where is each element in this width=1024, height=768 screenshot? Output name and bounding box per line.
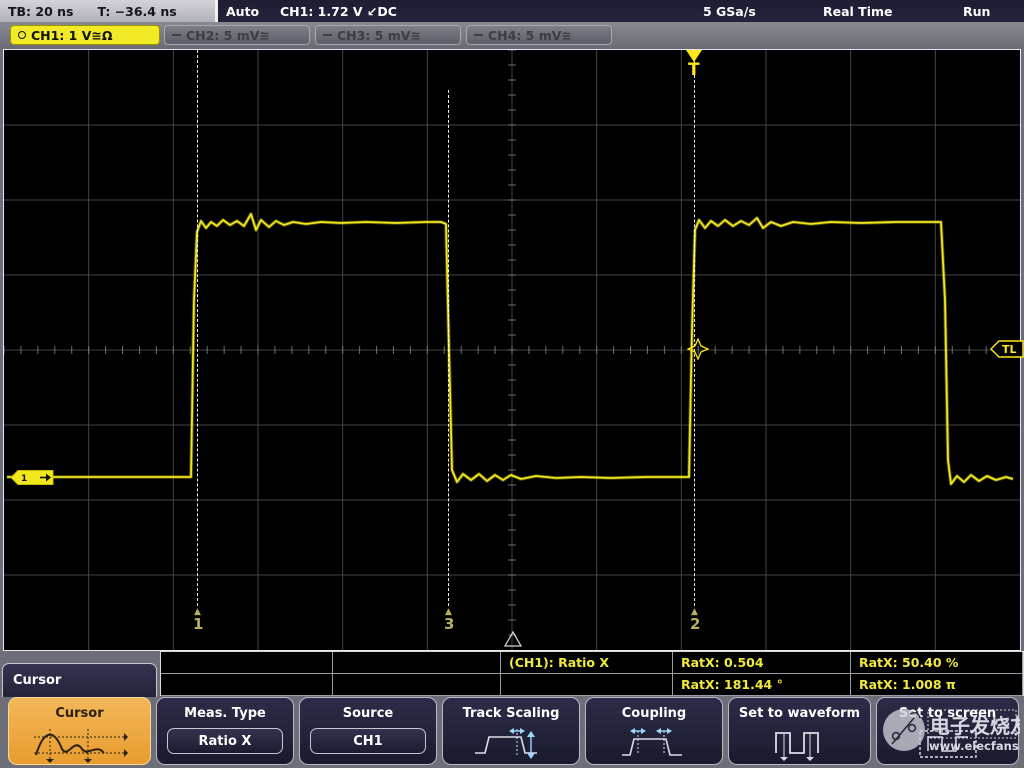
dash-marker-icon — [172, 34, 181, 36]
channel-label-ch2: CH2: 5 mV≅ — [186, 28, 270, 43]
sample-rate-readout: 5 GSa/s — [703, 4, 756, 19]
cursor-label-3: 3 — [444, 615, 454, 633]
softkey-source-value[interactable]: CH1 — [310, 728, 426, 754]
dash-marker-icon — [323, 34, 332, 36]
measurement-cell-r1-c3: RatX: 181.44 ° — [673, 674, 851, 696]
softkey-coupling-label: Coupling — [622, 706, 687, 721]
softkey-cursor-label: Cursor — [55, 706, 103, 721]
trigger-level-marker[interactable]: TL — [990, 338, 1024, 360]
measurement-cell-r1-c4: RatX: 1.008 π — [851, 674, 1023, 696]
horizontal-reference-marker[interactable] — [503, 630, 523, 648]
softkey-coupling[interactable]: Coupling — [585, 697, 723, 765]
channel-button-ch4[interactable]: CH4: 5 mV≅ — [466, 25, 612, 45]
dash-marker-icon — [474, 34, 483, 36]
cursor-line-2[interactable] — [694, 50, 695, 606]
measurement-cell-r1-c0 — [161, 674, 333, 696]
channel-button-ch1[interactable]: CH1: 1 V≅Ω — [10, 25, 160, 45]
channel-label-ch4: CH4: 5 mV≅ — [488, 28, 572, 43]
cursor-label-1: 1 — [193, 615, 203, 633]
trigger-point-icon — [687, 338, 709, 360]
track-scaling-icon — [461, 725, 561, 761]
run-state-readout: Run — [963, 4, 990, 19]
channel-label-ch1: CH1: 1 V≅Ω — [31, 28, 113, 43]
svg-text:1: 1 — [21, 474, 27, 484]
cursor-line-3[interactable] — [448, 90, 449, 606]
menu-tab-cursor[interactable]: Cursor — [2, 663, 157, 697]
measurement-cell-r1-c2 — [501, 674, 673, 696]
measurement-cell-r0-c2: (CH1): Ratio X — [501, 652, 673, 674]
watermark-logo: 电子发烧友 www.elecfans.com — [880, 704, 1020, 760]
softkey-menu-row: Cursor Meas. Type Ratio X Source CH1 Tra… — [0, 694, 1024, 768]
channel-label-ch3: CH3: 5 mV≅ — [337, 28, 421, 43]
oscilloscope-screen: TB: 20 ns T: −36.4 ns Auto CH1: 1.72 V ↙… — [0, 0, 1024, 768]
watermark-cn-text: 电子发烧友 — [930, 714, 1020, 738]
softkey-track-scaling-label: Track Scaling — [463, 706, 560, 721]
measurement-cell-r0-c4: RatX: 50.40 % — [851, 652, 1023, 674]
cursor-waveform-icon — [28, 725, 132, 763]
softkey-source-label: Source — [343, 706, 393, 721]
coupling-icon — [604, 725, 704, 761]
circle-marker-icon — [18, 31, 26, 39]
softkey-cursor[interactable]: Cursor — [8, 697, 151, 765]
cursor-label-2: 2 — [690, 615, 700, 633]
trigger-source-readout: CH1: 1.72 V ↙DC — [280, 4, 397, 19]
measurement-results-table: (CH1): Ratio XRatX: 0.504RatX: 50.40 %Ra… — [160, 651, 1024, 696]
acquisition-mode-readout: Real Time — [823, 4, 893, 19]
status-bar: TB: 20 ns T: −36.4 ns Auto CH1: 1.72 V ↙… — [0, 0, 1024, 22]
status-bar-right: Auto CH1: 1.72 V ↙DC 5 GSa/s Real Time R… — [218, 0, 1024, 22]
cursor-line-1[interactable] — [197, 50, 198, 606]
softkey-track-scaling[interactable]: Track Scaling — [442, 697, 580, 765]
watermark-url: www.elecfans.com — [929, 739, 1020, 753]
trigger-t-icon: T — [688, 63, 700, 77]
softkey-meas-type-label: Meas. Type — [184, 706, 266, 721]
channel-ground-marker-ch1[interactable]: 1 — [10, 469, 54, 486]
channel-bar: CH1: 1 V≅Ω CH2: 5 mV≅ CH3: 5 mV≅ CH4: 5 … — [0, 22, 1024, 49]
softkey-meas-type[interactable]: Meas. Type Ratio X — [156, 697, 294, 765]
trigger-offset-readout: T: −36.4 ns — [98, 4, 177, 19]
timebase-readout: TB: 20 ns — [8, 4, 74, 19]
measurement-cell-r0-c1 — [333, 652, 501, 674]
waveform-display[interactable]: ▲ 1 ▲ 3 ▲ 2 T TL 1 — [3, 49, 1021, 651]
trigger-mode-readout: Auto — [226, 4, 259, 19]
waveform-trace-ch1 — [4, 50, 1020, 650]
measurement-cell-r1-c1 — [333, 674, 501, 696]
channel-button-ch3[interactable]: CH3: 5 mV≅ — [315, 25, 461, 45]
status-bar-left: TB: 20 ns T: −36.4 ns — [0, 0, 215, 22]
softkey-source[interactable]: Source CH1 — [299, 697, 437, 765]
svg-text:TL: TL — [1002, 343, 1017, 356]
measurement-cell-r0-c3: RatX: 0.504 — [673, 652, 851, 674]
softkey-meas-type-value[interactable]: Ratio X — [167, 728, 283, 754]
softkey-set-to-waveform-label: Set to waveform — [739, 706, 860, 721]
channel-button-ch2[interactable]: CH2: 5 mV≅ — [164, 25, 310, 45]
set-to-waveform-icon — [750, 725, 850, 761]
measurement-cell-r0-c0 — [161, 652, 333, 674]
menu-tab-label: Cursor — [13, 673, 61, 688]
softkey-set-to-waveform[interactable]: Set to waveform — [728, 697, 871, 765]
